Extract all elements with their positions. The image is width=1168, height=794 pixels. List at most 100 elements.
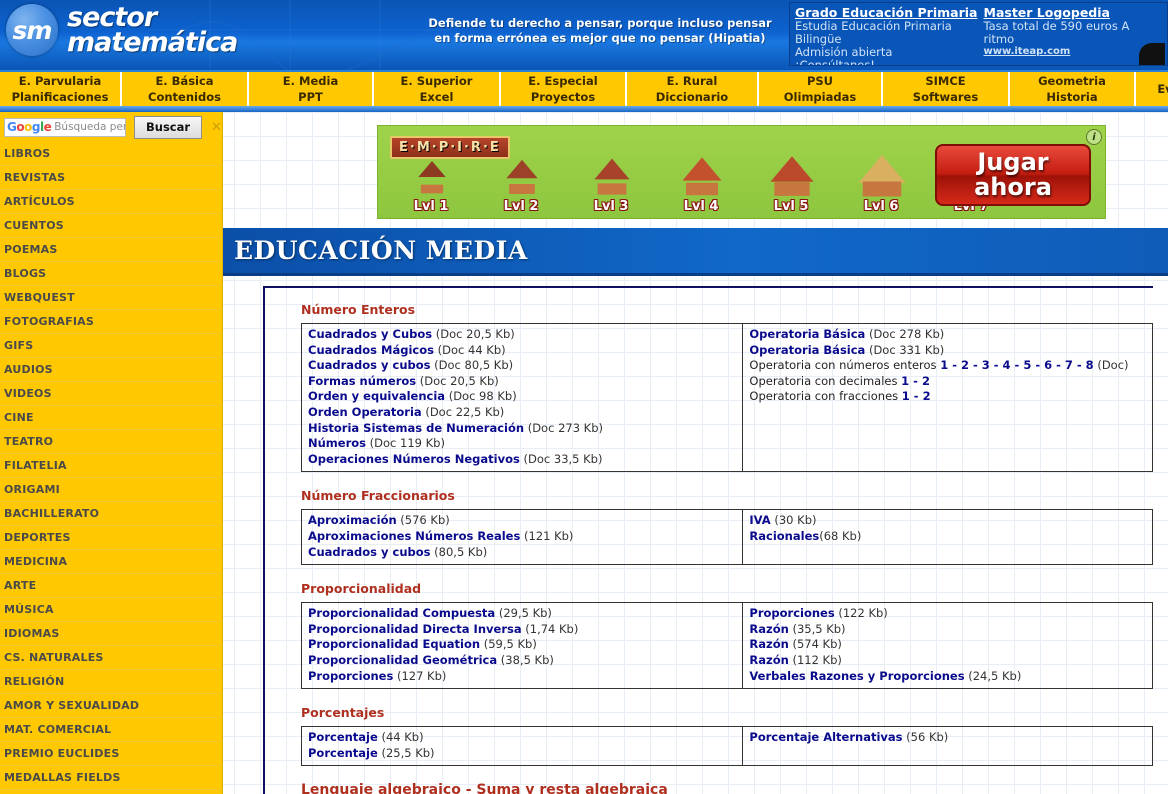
resource-link[interactable]: Proporciones bbox=[308, 669, 393, 683]
sidebar-item-deportes[interactable]: DEPORTES bbox=[0, 526, 222, 550]
resource-link[interactable]: Aproximaciones Números Reales bbox=[308, 529, 520, 543]
nav-item-e-especial[interactable]: E. Especial Proyectos bbox=[501, 72, 627, 106]
ad-title[interactable]: Master Logopedia bbox=[984, 5, 1164, 20]
resource-link[interactable]: Razón bbox=[749, 637, 788, 651]
banner-hut bbox=[680, 156, 724, 196]
resource-link[interactable]: Operatoria Básica bbox=[749, 343, 865, 357]
sidebar-item-medicina[interactable]: MEDICINA bbox=[0, 550, 222, 574]
sidebar-item-medallas-fields[interactable]: MEDALLAS FIELDS bbox=[0, 766, 222, 790]
resource-part-links[interactable]: 1 - 2 - 3 - 4 - 5 - 6 - 7 - 8 bbox=[940, 358, 1093, 372]
sidebar-item-cuentos[interactable]: CUENTOS bbox=[0, 214, 222, 238]
resource-link[interactable]: Orden y equivalencia bbox=[308, 389, 445, 403]
sidebar-item-audios[interactable]: AUDIOS bbox=[0, 358, 222, 382]
resource-link[interactable]: Verbales Razones y Proporciones bbox=[749, 669, 964, 683]
resource-link[interactable]: Proporcionalidad Directa Inversa bbox=[308, 622, 522, 636]
resource-text: Operatoria con fracciones bbox=[749, 389, 902, 404]
resource-link[interactable]: Historia Sistemas de Numeración bbox=[308, 421, 524, 435]
sidebar-item-blogs[interactable]: BLOGS bbox=[0, 262, 222, 286]
sidebar-item-art-culos[interactable]: ARTÍCULOS bbox=[0, 190, 222, 214]
resource-link[interactable]: Proporcionalidad Geométrica bbox=[308, 653, 497, 667]
resource-link[interactable]: Orden Operatoria bbox=[308, 405, 422, 419]
nav-item-e-superior[interactable]: E. Superior Excel bbox=[374, 72, 501, 106]
resource-row: Operatoria con decimales 1 - 2 bbox=[749, 374, 1146, 390]
sidebar-item-videos[interactable]: VIDEOS bbox=[0, 382, 222, 406]
sidebar-item-fotografias[interactable]: FOTOGRAFIAS bbox=[0, 310, 222, 334]
ad-url[interactable]: www.iteap.com bbox=[984, 46, 1164, 58]
resource-link[interactable]: Cuadrados y Cubos bbox=[308, 327, 432, 341]
resource-link[interactable]: Porcentaje bbox=[308, 730, 378, 744]
resource-size: (576 Kb) bbox=[396, 513, 450, 528]
resource-link[interactable]: Porcentaje Alternativas bbox=[749, 730, 902, 744]
sidebar-item-origami[interactable]: ORIGAMI bbox=[0, 478, 222, 502]
resource-row: Cuadrados y cubos (80,5 Kb) bbox=[308, 545, 736, 561]
sidebar-item-teatro[interactable]: TEATRO bbox=[0, 430, 222, 454]
resource-link[interactable]: Formas números bbox=[308, 374, 416, 388]
resource-part-links[interactable]: 1 - 2 bbox=[901, 374, 930, 388]
resource-size: (59,5 Kb) bbox=[480, 637, 537, 652]
nav-item-psu[interactable]: PSU Olimpiadas bbox=[759, 72, 883, 106]
banner-hut bbox=[770, 156, 814, 196]
ad-info-icon[interactable]: i bbox=[1086, 129, 1102, 145]
resource-row: Orden y equivalencia (Doc 98 Kb) bbox=[308, 389, 736, 405]
sidebar-item-religi-n[interactable]: RELIGIÓN bbox=[0, 670, 222, 694]
nav-item-geometria[interactable]: Geometria Historia bbox=[1010, 72, 1136, 106]
resource-link[interactable]: Cuadrados y cubos bbox=[308, 545, 431, 559]
header-ad-1[interactable]: Grado Educación Primaria Estudia Educaci… bbox=[790, 3, 979, 65]
sidebar-item-filatelia[interactable]: FILATELIA bbox=[0, 454, 222, 478]
sidebar-item-poemas[interactable]: POEMAS bbox=[0, 238, 222, 262]
resource-row: Racionales(68 Kb) bbox=[749, 529, 1146, 545]
sidebar-item-cine[interactable]: CINE bbox=[0, 406, 222, 430]
page-title: EDUCACIÓN MEDIA bbox=[234, 236, 528, 265]
sidebar-item-label: ORIGAMI bbox=[4, 483, 60, 496]
search-input[interactable]: Google Búsqueda perso bbox=[4, 117, 126, 137]
site-logo[interactable]: sm sector matemática bbox=[6, 4, 238, 56]
resource-link[interactable]: Cuadrados Mágicos bbox=[308, 343, 434, 357]
empire-game-banner-ad[interactable]: E·M·P·I·R·E Lvl 1 Lvl 2 Lvl 3 Lvl 4 Lvl 5 Lvl… bbox=[377, 125, 1106, 219]
sidebar-item-amor-y-sexualidad[interactable]: AMOR Y SEXUALIDAD bbox=[0, 694, 222, 718]
sidebar-item-premio-euclides[interactable]: PREMIO EUCLIDES bbox=[0, 742, 222, 766]
ad-title[interactable]: Grado Educación Primaria bbox=[795, 5, 977, 20]
nav-item-e-media[interactable]: E. Media PPT bbox=[249, 72, 374, 106]
sidebar-item-cs-naturales[interactable]: CS. NATURALES bbox=[0, 646, 222, 670]
resource-link[interactable]: Proporcionalidad Equation bbox=[308, 637, 480, 651]
play-now-button[interactable]: Jugar ahora bbox=[935, 144, 1091, 206]
sidebar-item-mat-comercial[interactable]: MAT. COMERCIAL bbox=[0, 718, 222, 742]
resource-row: Proporcionalidad Equation (59,5 Kb) bbox=[308, 637, 736, 653]
resource-link[interactable]: Cuadrados y cubos bbox=[308, 358, 431, 372]
nav-item-e-b-sica[interactable]: E. Básica Contenidos bbox=[122, 72, 249, 106]
resource-link[interactable]: Razón bbox=[749, 622, 788, 636]
sidebar-item-idiomas[interactable]: IDIOMAS bbox=[0, 622, 222, 646]
nav-item-simce[interactable]: SIMCE Softwares bbox=[883, 72, 1010, 106]
sidebar-item-revistas[interactable]: REVISTAS bbox=[0, 166, 222, 190]
nav-item-e-rural[interactable]: E. Rural Diccionario bbox=[627, 72, 759, 106]
resource-link[interactable]: Porcentaje bbox=[308, 746, 378, 760]
sidebar-item-m-sica[interactable]: MÚSICA bbox=[0, 598, 222, 622]
search-placeholder: Búsqueda perso bbox=[54, 121, 125, 133]
resource-link[interactable]: Proporciones bbox=[749, 606, 834, 620]
nav-item-e-parvularia[interactable]: E. Parvularia Planificaciones bbox=[0, 72, 122, 106]
nav-item-top: E. Rural bbox=[666, 74, 718, 88]
sidebar-item-label: AMOR Y SEXUALIDAD bbox=[4, 699, 140, 712]
resource-link[interactable]: Proporcionalidad Compuesta bbox=[308, 606, 495, 620]
resource-link[interactable]: Operatoria Básica bbox=[749, 327, 865, 341]
resource-link[interactable]: Razón bbox=[749, 653, 788, 667]
sidebar-item-arte[interactable]: ARTE bbox=[0, 574, 222, 598]
resource-size: (Doc 80,5 Kb) bbox=[430, 358, 514, 373]
site-slogan: Defiende tu derecho a pensar, porque inc… bbox=[420, 16, 780, 46]
resource-link[interactable]: Números bbox=[308, 436, 366, 450]
nav-item-ev[interactable]: Ev bbox=[1136, 72, 1168, 106]
sidebar-item-libros[interactable]: LIBROS bbox=[0, 142, 222, 166]
resource-part-links[interactable]: 1 - 2 bbox=[902, 389, 931, 403]
resource-link[interactable]: Operaciones Números Negativos bbox=[308, 452, 520, 466]
resource-link[interactable]: Aproximación bbox=[308, 513, 397, 527]
search-button[interactable]: Buscar bbox=[134, 115, 203, 139]
close-icon[interactable]: ✕ bbox=[211, 120, 222, 135]
slogan-line-2: en forma errónea es mejor que no pensar … bbox=[434, 31, 766, 45]
sidebar-item-webquest[interactable]: WEBQUEST bbox=[0, 286, 222, 310]
resource-link[interactable]: IVA bbox=[749, 513, 770, 527]
sidebar-item-bachillerato[interactable]: BACHILLERATO bbox=[0, 502, 222, 526]
sidebar-item-label: FOTOGRAFIAS bbox=[4, 315, 94, 328]
sidebar-item-gifs[interactable]: GIFS bbox=[0, 334, 222, 358]
resource-link[interactable]: Racionales bbox=[749, 529, 819, 543]
sections-container: Número Enteros Cuadrados y Cubos (Doc 20,… bbox=[265, 288, 1153, 794]
